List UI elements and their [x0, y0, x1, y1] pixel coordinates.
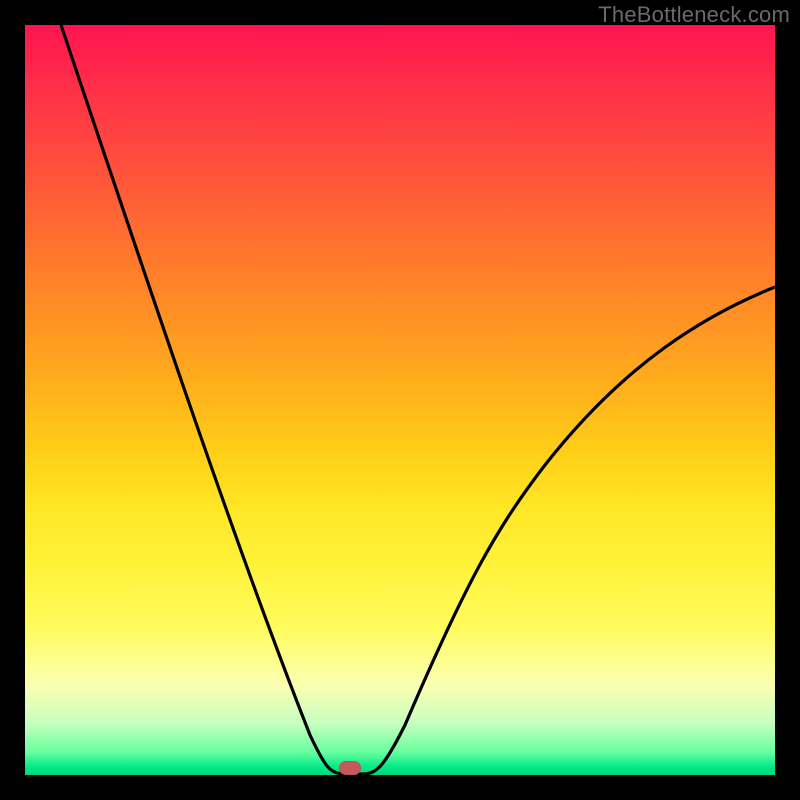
chart-frame: TheBottleneck.com	[0, 0, 800, 800]
bottleneck-curve	[25, 25, 775, 775]
bottleneck-marker	[339, 761, 361, 775]
curve-path	[61, 25, 775, 774]
plot-area	[25, 25, 775, 775]
